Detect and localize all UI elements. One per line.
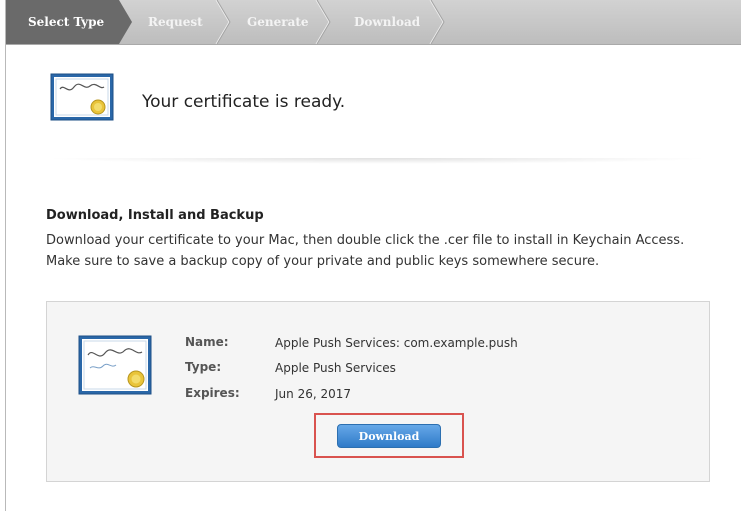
step-select-type[interactable]: Select Type — [28, 15, 104, 29]
step-request[interactable]: Request — [148, 15, 203, 29]
section-heading: Download, Install and Backup — [46, 208, 264, 223]
section-description: Download your certificate to your Mac, t… — [46, 233, 685, 269]
step-generate[interactable]: Generate — [247, 15, 309, 29]
wizard-steps-bar: Select Type Request Generate Download — [6, 0, 741, 45]
step-download[interactable]: Download — [354, 15, 420, 29]
certificate-panel: Name: Apple Push Services: com.example.p… — [46, 301, 710, 482]
page-title: Your certificate is ready. — [142, 92, 346, 112]
page-frame: Select Type Request Generate Download Yo… — [5, 0, 741, 511]
expires-label: Expires: — [185, 386, 240, 400]
divider — [43, 158, 713, 164]
type-value: Apple Push Services — [275, 361, 396, 375]
download-button[interactable]: Download — [337, 424, 441, 448]
name-value: Apple Push Services: com.example.push — [275, 336, 518, 350]
type-label: Type: — [185, 360, 222, 374]
name-label: Name: — [185, 335, 229, 349]
expires-value: Jun 26, 2017 — [275, 387, 352, 401]
certificate-icon — [50, 73, 114, 121]
certificate-standard-icon — [78, 335, 152, 395]
